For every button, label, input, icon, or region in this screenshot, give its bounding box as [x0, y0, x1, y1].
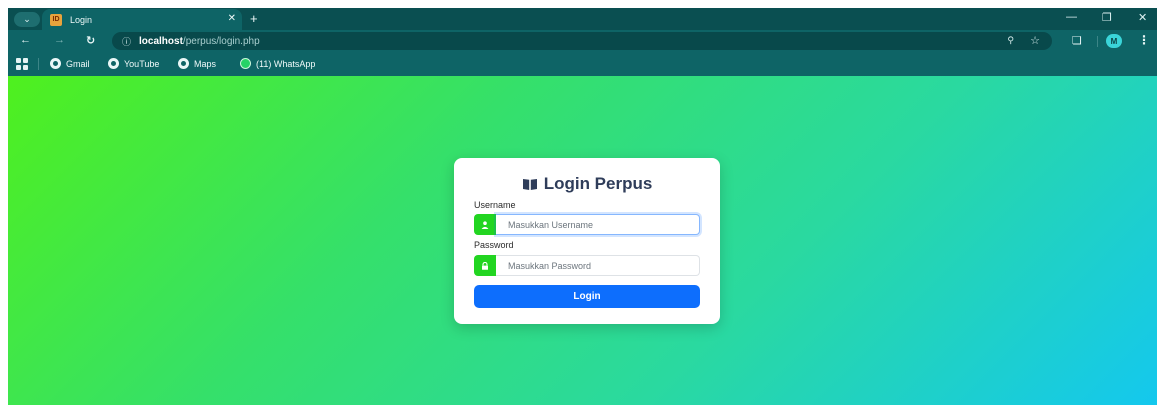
address-bar[interactable]: ⓘ localhost/perpus/login.php ⚲ ☆ [112, 32, 1052, 50]
bookmark-label: YouTube [124, 58, 160, 69]
url-host: localhost [139, 35, 183, 47]
login-title: Login Perpus [454, 174, 720, 194]
bookmarks-bar: Gmail YouTube Maps (11) WhatsApp [8, 52, 1157, 76]
toolbar-divider [1097, 36, 1098, 47]
plus-icon[interactable]: + [250, 11, 258, 26]
bookmark-youtube[interactable]: YouTube [108, 58, 159, 69]
back-icon[interactable]: ← [20, 34, 31, 46]
lock-icon [474, 255, 496, 276]
bookmarks-divider [38, 58, 39, 70]
favicon-icon: ID [50, 13, 62, 26]
tab-title: Login [70, 14, 93, 25]
login-card: Login Perpus Username Password [454, 158, 720, 324]
bookmark-gmail[interactable]: Gmail [50, 58, 90, 69]
login-title-text: Login Perpus [543, 174, 653, 193]
book-icon [522, 177, 538, 191]
whatsapp-icon [240, 58, 251, 69]
url-path: /perpus/login.php [182, 35, 260, 47]
username-group [474, 214, 700, 235]
tab-strip: ⌄ ID Login ✕ + — ❐ ✕ [8, 8, 1157, 30]
bookmark-label: Maps [194, 58, 217, 69]
globe-icon [178, 58, 189, 69]
restore-icon[interactable]: ❐ [1102, 11, 1112, 24]
globe-icon [108, 58, 119, 69]
kebab-menu-icon[interactable]: ⋮ [1138, 33, 1150, 47]
zoom-icon[interactable]: ⚲ [1007, 35, 1014, 46]
browser-window: ⌄ ID Login ✕ + — ❐ ✕ ← → ↻ ⓘ localhost/p… [8, 8, 1157, 405]
password-input[interactable] [496, 255, 700, 276]
bookmark-maps[interactable]: Maps [178, 58, 216, 69]
bookmark-label: (11) WhatsApp [256, 58, 316, 69]
globe-icon [50, 58, 61, 69]
close-icon[interactable]: ✕ [228, 13, 236, 24]
page-content: Login Perpus Username Password [8, 76, 1157, 405]
star-icon[interactable]: ☆ [1030, 34, 1040, 47]
browser-toolbar: ← → ↻ ⓘ localhost/perpus/login.php ⚲ ☆ ❏… [8, 30, 1157, 52]
forward-icon[interactable]: → [54, 34, 65, 46]
apps-icon[interactable] [16, 58, 28, 70]
reload-icon[interactable]: ↻ [86, 34, 95, 47]
extensions-icon[interactable]: ❏ [1072, 34, 1082, 47]
chevron-down-icon[interactable]: ⌄ [14, 12, 40, 27]
bookmark-label: Gmail [66, 58, 90, 69]
user-icon [474, 214, 496, 235]
tab-login[interactable]: ID Login ✕ [42, 9, 242, 30]
minimize-icon[interactable]: — [1066, 11, 1077, 23]
password-label: Password [474, 240, 514, 250]
info-icon[interactable]: ⓘ [122, 35, 131, 48]
login-button[interactable]: Login [474, 285, 700, 308]
window-close-icon[interactable]: ✕ [1138, 11, 1147, 24]
username-label: Username [474, 200, 516, 210]
username-input[interactable] [496, 214, 700, 235]
avatar[interactable]: M [1106, 34, 1122, 48]
password-group [474, 255, 700, 276]
bookmark-whatsapp[interactable]: (11) WhatsApp [240, 58, 315, 69]
